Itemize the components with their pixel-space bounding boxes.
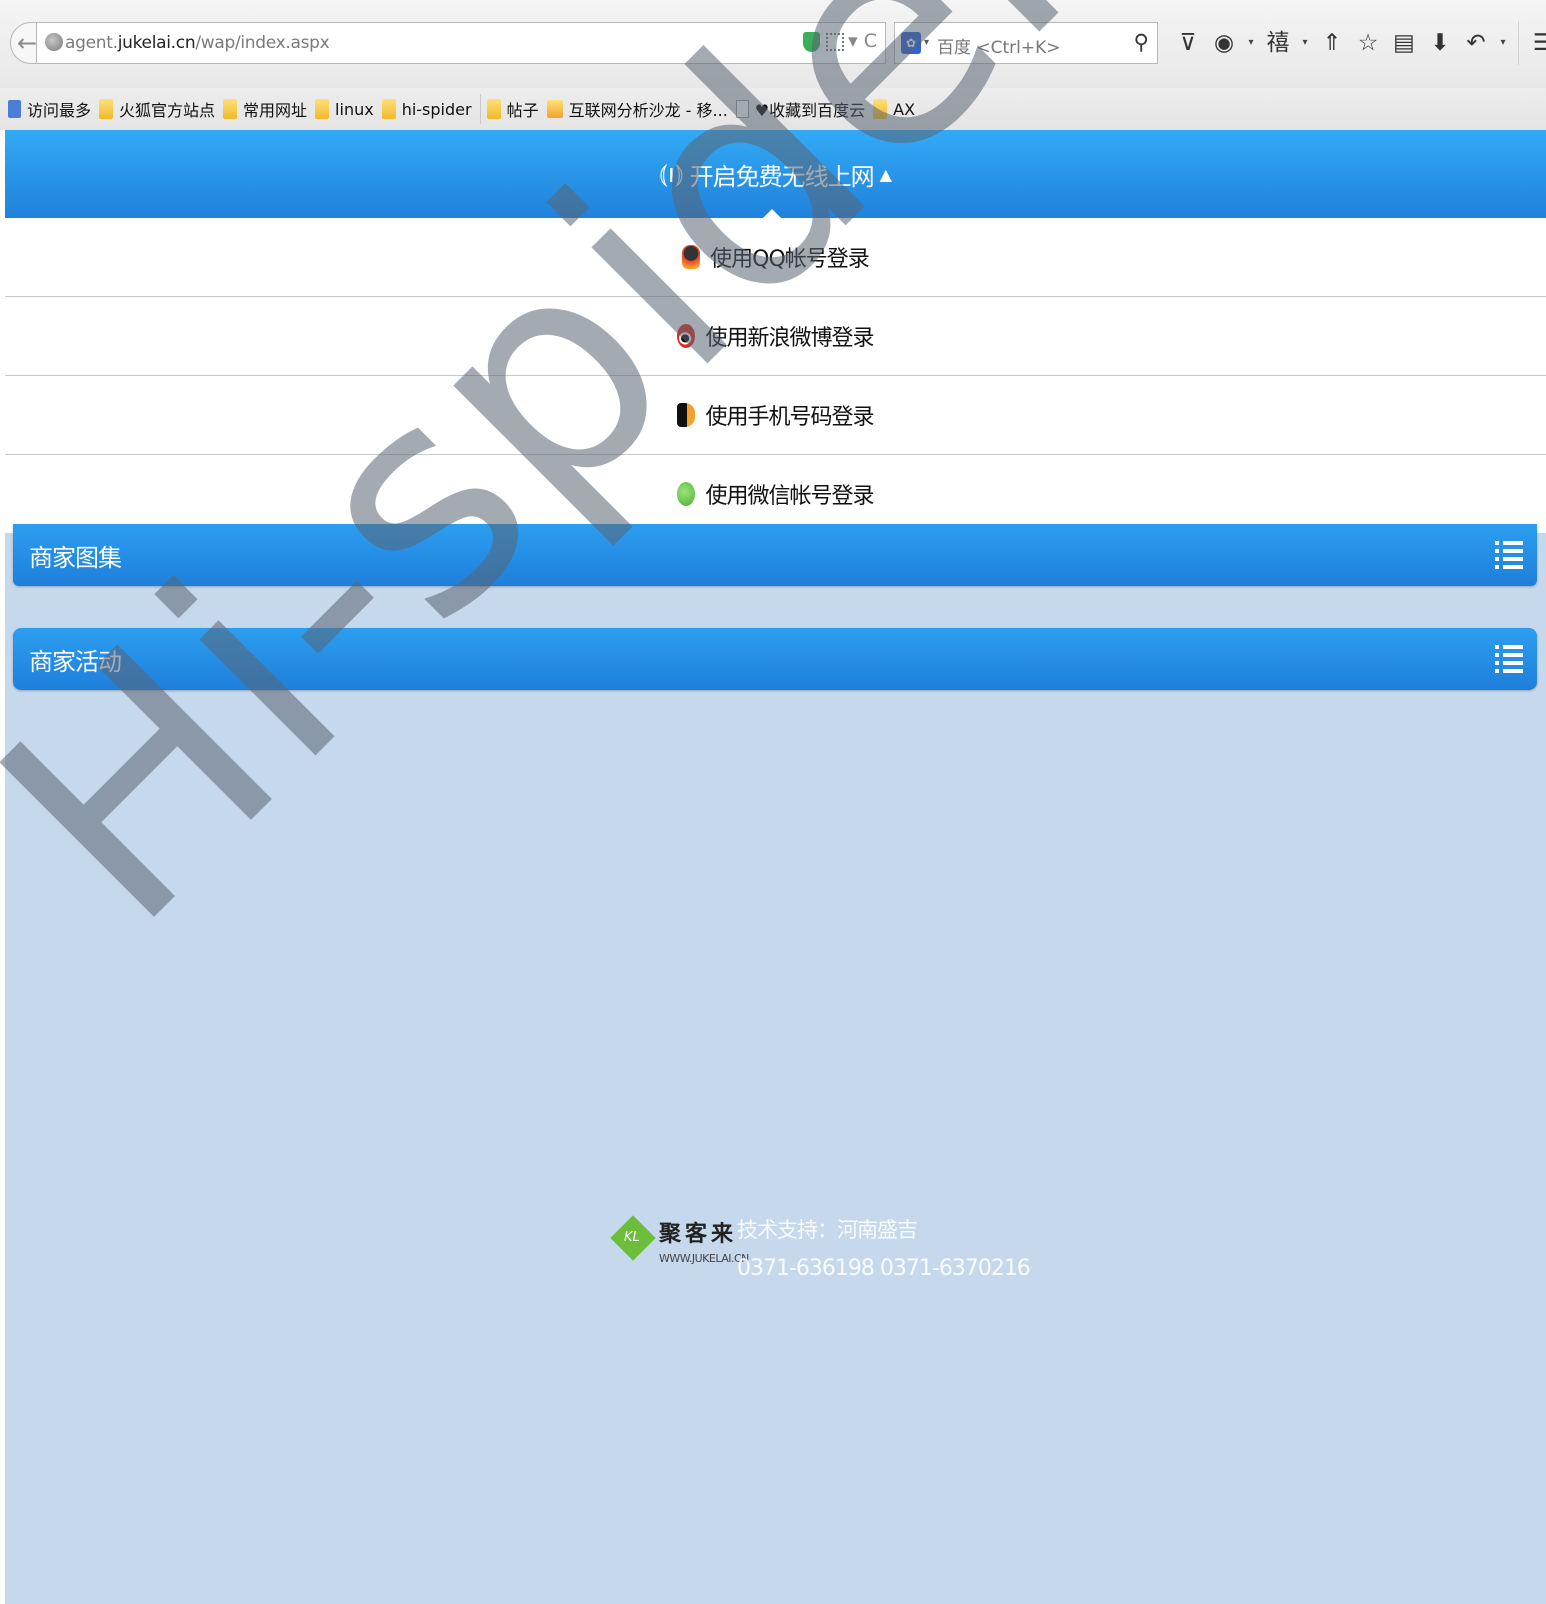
image-icon bbox=[8, 100, 21, 118]
urlbar-actions: ▾ C bbox=[803, 30, 877, 52]
section-gallery-label: 商家图集 bbox=[29, 544, 122, 572]
login-options-list: 使用QQ帐号登录 使用新浪微博登录 使用手机号码登录 使用微信帐号登录 bbox=[5, 218, 1546, 533]
rss-icon bbox=[546, 100, 563, 118]
page-viewport: ⦅ı⦆ 开启免费无线上网 ▲ 使用QQ帐号登录 使用新浪微博登录 使用手机号码登… bbox=[5, 130, 1546, 1604]
bookmark-divider bbox=[479, 94, 481, 124]
list-icon[interactable] bbox=[1495, 643, 1523, 675]
translate-dropdown-icon[interactable]: ▾ bbox=[1296, 25, 1314, 61]
download-icon[interactable]: ⬇ bbox=[1422, 25, 1458, 61]
qq-icon bbox=[682, 245, 701, 269]
brand-name: 聚客来 bbox=[659, 1222, 738, 1247]
header-title: 开启免费无线上网 bbox=[689, 162, 875, 191]
phone-icon bbox=[677, 403, 696, 427]
login-wechat-label: 使用微信帐号登录 bbox=[705, 484, 874, 509]
weibo-icon bbox=[677, 324, 696, 348]
home-icon[interactable]: ⇑ bbox=[1314, 25, 1350, 61]
addon-dropdown-icon[interactable]: ▾ bbox=[1242, 25, 1260, 61]
toolbar-divider bbox=[1518, 21, 1519, 65]
bookmark-salon[interactable]: 互联网分析沙龙 - 移... bbox=[546, 97, 728, 121]
undo-icon[interactable]: ↶ bbox=[1458, 25, 1494, 61]
footer-brand: KL 聚客来 WWW.JUKELAI.CN 技术支持：河南盛吉 0371-636… bbox=[610, 1214, 1031, 1284]
brand-domain: WWW.JUKELAI.CN bbox=[659, 1252, 749, 1265]
folder-icon bbox=[99, 99, 114, 119]
page-icon bbox=[735, 100, 749, 118]
wifi-header[interactable]: ⦅ı⦆ 开启免费无线上网 ▲ bbox=[5, 130, 1546, 218]
caret-up-icon: ▲ bbox=[879, 164, 892, 184]
site-identity-icon[interactable] bbox=[45, 33, 63, 51]
bookmark-firefox-sites[interactable]: 火狐官方站点 bbox=[99, 97, 215, 121]
folder-icon bbox=[223, 99, 238, 119]
folder-icon bbox=[381, 99, 396, 119]
login-phone-button[interactable]: 使用手机号码登录 bbox=[5, 376, 1546, 455]
addon-icon[interactable]: ◉ bbox=[1206, 25, 1242, 61]
search-bar[interactable]: ✿ ▾ 百度 <Ctrl+K> ⚲ bbox=[894, 22, 1158, 64]
bookmark-baidu-cloud[interactable]: ♥收藏到百度云 bbox=[735, 97, 865, 121]
bookmark-hi-spider[interactable]: hi-spider bbox=[381, 99, 472, 119]
folder-icon bbox=[486, 99, 501, 119]
section-gallery[interactable]: 商家图集 bbox=[13, 524, 1537, 586]
contact-phones: 0371-636198 0371-6370216 bbox=[737, 1256, 1031, 1281]
filter-icon[interactable]: ⊽ bbox=[1170, 25, 1206, 61]
list-icon[interactable] bbox=[1495, 539, 1523, 571]
translate-icon[interactable]: 禧 bbox=[1260, 25, 1296, 61]
bookmark-posts[interactable]: 帖子 bbox=[486, 97, 539, 121]
bookmark-star-icon[interactable]: ☆ bbox=[1350, 25, 1386, 61]
baidu-engine-icon[interactable]: ✿ bbox=[901, 32, 921, 54]
folder-icon bbox=[315, 99, 330, 119]
qr-code-icon[interactable] bbox=[826, 32, 845, 51]
dropdown-pointer bbox=[763, 209, 781, 218]
folder-icon bbox=[873, 99, 888, 119]
back-arrow-icon: ← bbox=[16, 29, 38, 57]
url-bar[interactable]: agent.jukelai.cn/wap/index.aspx ▾ C bbox=[36, 22, 886, 64]
tech-support-text: 技术支持：河南盛吉 bbox=[737, 1218, 918, 1242]
section-events-label: 商家活动 bbox=[29, 648, 122, 676]
engine-dropdown-icon[interactable]: ▾ bbox=[924, 37, 929, 48]
reading-icon[interactable]: ▤ bbox=[1386, 25, 1422, 61]
bookmark-ax[interactable]: AX bbox=[873, 99, 915, 119]
menu-icon[interactable]: ☰ bbox=[1525, 25, 1546, 61]
bookmark-common-urls[interactable]: 常用网址 bbox=[223, 97, 307, 121]
search-input[interactable]: 百度 <Ctrl+K> bbox=[937, 33, 1061, 58]
wechat-icon bbox=[677, 482, 696, 506]
login-weibo-label: 使用新浪微博登录 bbox=[705, 326, 874, 351]
bookmark-most-visited[interactable]: 访问最多 bbox=[0, 97, 91, 121]
login-qq-button[interactable]: 使用QQ帐号登录 bbox=[5, 218, 1546, 297]
reload-icon[interactable]: ▾ C bbox=[848, 30, 877, 52]
bookmark-linux[interactable]: linux bbox=[315, 99, 374, 119]
login-wechat-button[interactable]: 使用微信帐号登录 bbox=[5, 455, 1546, 533]
login-phone-label: 使用手机号码登录 bbox=[705, 405, 874, 430]
toolbar-icons: ⊽ ◉ ▾ 禧 ▾ ⇑ ☆ ▤ ⬇ ↶ ▾ ☰ bbox=[1170, 21, 1546, 65]
search-icon[interactable]: ⚲ bbox=[1134, 30, 1149, 54]
section-events[interactable]: 商家活动 bbox=[13, 628, 1537, 690]
login-weibo-button[interactable]: 使用新浪微博登录 bbox=[5, 297, 1546, 376]
login-qq-label: 使用QQ帐号登录 bbox=[710, 247, 870, 272]
shield-icon[interactable] bbox=[803, 31, 821, 52]
url-text: agent.jukelai.cn/wap/index.aspx bbox=[65, 33, 330, 53]
bookmarks-bar: 访问最多 火狐官方站点 常用网址 linux hi-spider 帖子 互联网分… bbox=[0, 88, 1546, 130]
wifi-signal-icon: ⦅ı⦆ bbox=[659, 158, 684, 189]
undo-dropdown-icon[interactable]: ▾ bbox=[1494, 25, 1512, 61]
logo-mark: KL bbox=[624, 1230, 640, 1245]
browser-toolbar: ← agent.jukelai.cn/wap/index.aspx ▾ C ✿ … bbox=[0, 0, 1546, 88]
